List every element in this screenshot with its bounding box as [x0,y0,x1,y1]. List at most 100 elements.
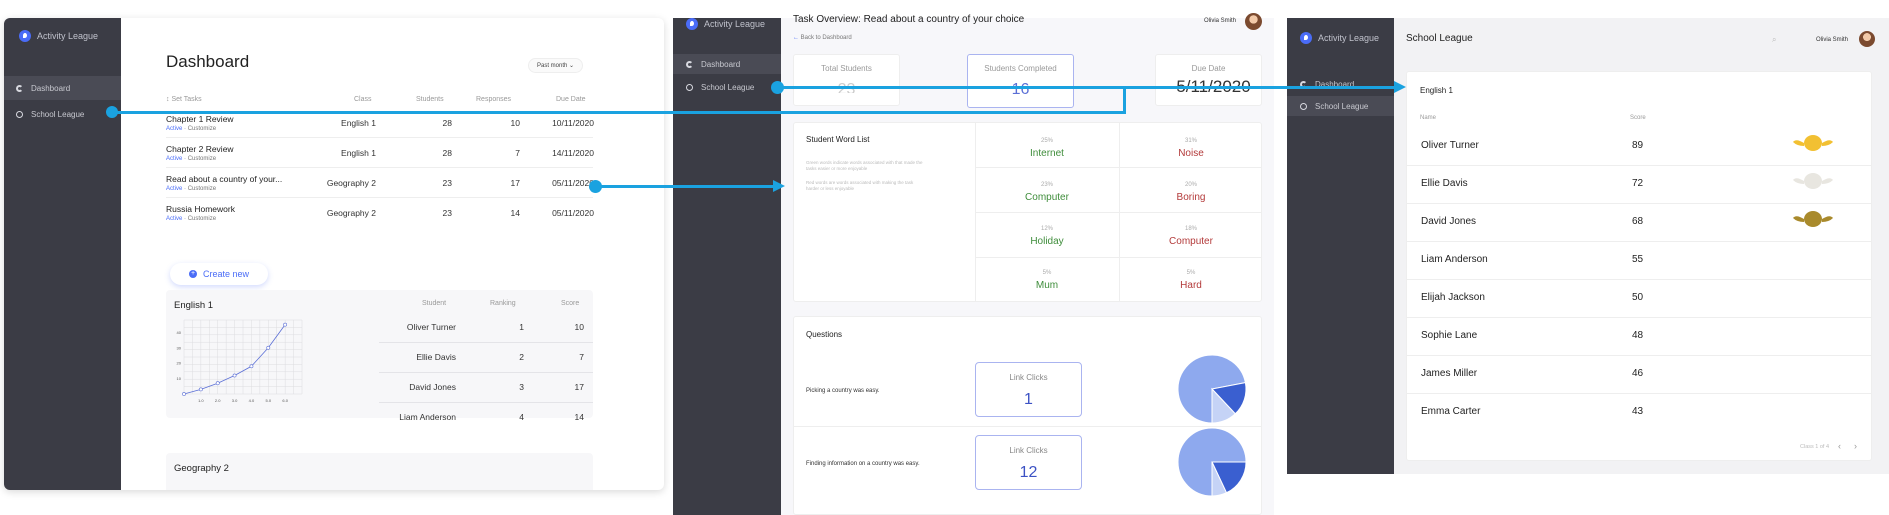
prev-page-icon[interactable]: ‹ [1838,441,1841,451]
period-select-value: Past month [537,63,568,69]
word-percent: 18% [1184,226,1197,232]
player-score: 68 [1632,216,1644,227]
task-title: Read about a country of your... [166,174,283,184]
word-label: Holiday [1030,236,1064,247]
task-due: 10/11/2020 [552,118,594,128]
status-badge: Active [166,186,183,192]
col-score: Score [561,300,580,307]
customize-link[interactable]: Customize [188,216,216,222]
link-clicks-card[interactable]: Link Clicks 12 [975,435,1082,490]
stat-value: 16 [1011,81,1030,98]
x-tick-label: 2.0 [215,398,221,403]
sidebar-2: Activity League Dashboard School League [673,18,781,515]
sidebar-item-dashboard[interactable]: Dashboard [1287,74,1394,94]
sort-icon: ↕ [166,96,170,103]
sidebar-item-label: Dashboard [31,83,71,93]
period-select[interactable]: Past month ⌄ [528,58,584,73]
wings-icon [1793,173,1833,189]
sidebar-item-dashboard[interactable]: Dashboard [4,76,121,100]
player-name: Elijah Jackson [1421,292,1485,303]
create-new-button[interactable]: + Create new [170,263,268,285]
link-clicks-label: Link Clicks [1009,446,1048,455]
col-student: Student [422,300,447,307]
app-title: Activity League [37,31,99,41]
customize-link[interactable]: Customize [188,126,216,132]
page-title: Dashboard [166,52,250,71]
player-name: Sophie Lane [1421,330,1478,341]
stat-label: Total Students [821,64,872,73]
user-name-3: Olivia Smith [1816,37,1849,43]
row-divider [379,372,593,373]
word-list-title: Student Word List [806,135,870,144]
data-point [249,364,254,369]
sidebar-item-school-league[interactable]: School League [673,77,781,97]
link-clicks-card[interactable]: Link Clicks 1 [975,362,1082,417]
student-ranking: 3 [519,382,524,392]
word-label: Boring [1176,192,1206,203]
row-divider [379,402,593,403]
arrow-right-icon [773,180,785,192]
data-point [266,345,271,350]
y-tick-label: 20 [177,361,182,366]
task-class: English 1 [341,118,376,128]
avatar-3[interactable] [1859,31,1875,47]
link-clicks-value: 12 [1019,464,1038,481]
customize-link[interactable]: Customize [188,156,216,162]
x-tick-label: 3.0 [232,398,238,403]
sidebar: Activity League Dashboard School League [4,18,121,490]
sidebar-item-label: School League [31,109,85,119]
link-clicks-label: Link Clicks [1009,373,1048,382]
sidebar-item-dashboard[interactable]: Dashboard [673,54,781,74]
customize-link[interactable]: Customize [188,186,216,192]
user-name: Olivia Smith [1204,18,1237,24]
student-score: 10 [574,322,584,332]
student-ranking: 1 [519,322,524,332]
col-tasks[interactable]: ↕ Set Tasks [166,96,202,103]
search-icon[interactable]: ⌕ [1772,35,1776,45]
sidebar-item-school-league[interactable]: School League [4,102,121,126]
task-status: Active · Customize [166,126,216,132]
task-status: Active · Customize [166,186,216,192]
arrow-left-icon: ← [793,35,799,41]
row-divider [1406,317,1872,318]
avatar[interactable] [1245,13,1262,30]
task-title: Task Overview: Read about a country of y… [793,14,1025,25]
task-status: Active · Customize [166,156,216,162]
connector-line [596,185,773,188]
player-name: Ellie Davis [1421,178,1468,189]
app-logo[interactable]: Activity League [19,30,98,42]
wings-icon [1793,135,1833,151]
sidebar-item-label: Dashboard [701,59,741,69]
col-class: Class [354,96,372,103]
task-responses: 10 [510,118,520,128]
next-page-icon[interactable]: › [1854,441,1857,451]
col-ranking: Ranking [490,300,516,307]
word-percent: 31% [1184,138,1197,144]
app-logo-2[interactable]: Activity League [686,18,765,30]
app-logo-3[interactable]: Activity League [1300,32,1379,44]
y-tick-label: 30 [177,345,182,350]
col-name: Name [1420,115,1437,121]
back-link[interactable]: ← Back to Dashboard [793,35,852,41]
player-score: 72 [1632,178,1644,189]
dashboard-icon [16,84,23,92]
player-score: 48 [1632,330,1644,341]
sidebar-item-school-league[interactable]: School League [1287,96,1394,116]
data-point [232,373,237,378]
chevron-down-icon: ⌄ [569,63,575,69]
player-name: Emma Carter [1421,406,1481,417]
student-score: 7 [579,352,584,362]
student-ranking: 4 [519,412,524,421]
app-title: Activity League [704,19,766,29]
arrow-right-icon [1394,81,1406,93]
data-point [198,387,203,392]
dashboard-window: Activity League Dashboard School League … [4,18,664,490]
word-percent: 5% [1186,270,1196,276]
questions-title: Questions [806,330,843,339]
task-due: 14/11/2020 [552,148,594,158]
student-name: Ellie Davis [416,352,456,362]
player-name: David Jones [1421,216,1477,227]
word-percent: 25% [1040,138,1053,144]
word-label: Internet [1030,148,1064,159]
stat-card [793,54,900,106]
